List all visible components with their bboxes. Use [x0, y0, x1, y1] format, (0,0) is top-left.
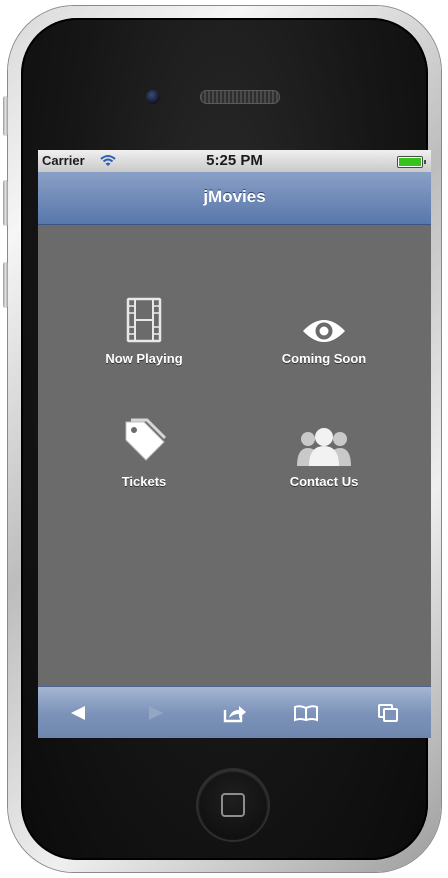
back-arrow-icon [71, 706, 85, 720]
earpiece-speaker [200, 90, 280, 104]
screen: Carrier 5:25 PM jMovies Now Playing Comi… [38, 150, 431, 738]
film-icon [126, 297, 162, 343]
volume-down-button [3, 262, 8, 308]
forward-arrow-icon [149, 706, 163, 720]
tabs-button[interactable] [374, 701, 402, 725]
battery-icon [397, 156, 426, 168]
menu-label: Now Playing [105, 351, 183, 366]
home-button[interactable] [198, 770, 268, 840]
mute-switch [3, 96, 8, 136]
volume-up-button [3, 180, 8, 226]
status-time: 5:25 PM [206, 152, 263, 169]
share-icon [223, 706, 246, 723]
battery-tip [424, 160, 426, 164]
status-bar: Carrier 5:25 PM [38, 150, 431, 172]
bookmarks-button[interactable] [292, 701, 320, 725]
tag-icon [125, 418, 166, 461]
menu-label: Tickets [121, 474, 167, 489]
front-camera [146, 90, 160, 104]
menu-item-now-playing[interactable]: Now Playing [64, 295, 224, 395]
home-square-icon [221, 793, 245, 817]
tabs-icon [378, 704, 398, 722]
menu-label: Coming Soon [281, 351, 367, 366]
app-title: jMovies [203, 187, 266, 206]
menu-label: Contact Us [289, 474, 359, 489]
menu-item-tickets[interactable]: Tickets [64, 418, 224, 518]
battery-level [399, 158, 421, 166]
menu-item-coming-soon[interactable]: Coming Soon [244, 295, 404, 395]
eye-icon [303, 320, 345, 342]
menu-item-contact-us[interactable]: Contact Us [244, 418, 404, 518]
share-button[interactable] [221, 701, 249, 725]
people-icon [297, 428, 351, 466]
forward-button[interactable] [142, 701, 170, 725]
header-bar: jMovies [38, 172, 431, 225]
back-button[interactable] [64, 701, 92, 725]
bookmarks-icon [294, 705, 318, 722]
browser-toolbar [38, 686, 431, 738]
